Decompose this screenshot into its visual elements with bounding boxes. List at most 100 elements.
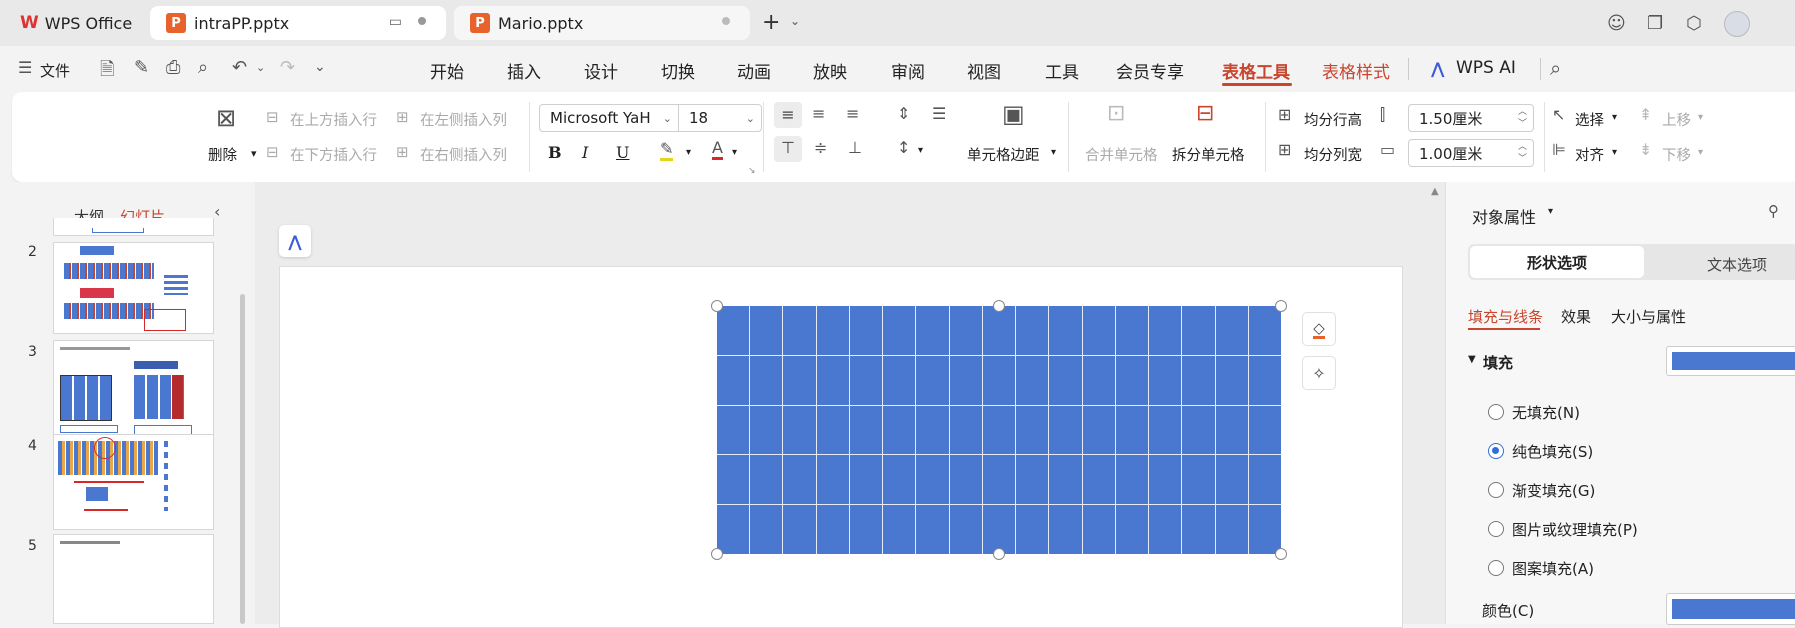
table-cell[interactable] bbox=[1215, 505, 1248, 554]
panel-title[interactable]: 对象属性 bbox=[1472, 204, 1536, 228]
radio-label-solid-fill[interactable]: 纯色填充(S) bbox=[1512, 441, 1593, 462]
panel-title-chevron-icon[interactable]: ▾ bbox=[1548, 206, 1553, 217]
table-cell[interactable] bbox=[783, 505, 816, 554]
table-cell[interactable] bbox=[717, 306, 750, 355]
table-cell[interactable] bbox=[1049, 405, 1082, 455]
fill-style-float-button[interactable]: ◇ bbox=[1302, 312, 1336, 346]
table-cell[interactable] bbox=[816, 355, 849, 405]
table-cell[interactable] bbox=[717, 355, 750, 405]
spinner-icon[interactable]: ︿ ﹀ bbox=[1518, 141, 1527, 165]
slide-thumbnail-2[interactable] bbox=[53, 242, 214, 334]
text-direction-chevron-icon[interactable]: ▾ bbox=[918, 145, 923, 156]
table-cell[interactable] bbox=[949, 306, 982, 355]
resize-handle-top-left[interactable] bbox=[711, 300, 723, 312]
table-cell[interactable] bbox=[1182, 505, 1215, 554]
menu-item-insert[interactable]: 插入 bbox=[507, 58, 541, 83]
delete-button[interactable]: 删除 bbox=[208, 144, 237, 165]
table-cell[interactable] bbox=[1049, 355, 1082, 405]
bold-button[interactable]: B bbox=[548, 143, 562, 162]
move-up-chevron-icon[interactable]: ▾ bbox=[1698, 112, 1703, 123]
col-width-input[interactable]: 1.00厘米 ︿ ﹀ bbox=[1408, 139, 1534, 167]
resize-handle-top[interactable] bbox=[993, 300, 1005, 312]
table-cell[interactable] bbox=[1182, 405, 1215, 455]
table-cell[interactable] bbox=[717, 455, 750, 505]
move-up-button[interactable]: 上移 bbox=[1662, 109, 1691, 130]
resize-handle-top-right[interactable] bbox=[1275, 300, 1287, 312]
table-tools-float-button[interactable]: ✧ bbox=[1302, 356, 1336, 390]
radio-solid-fill[interactable] bbox=[1488, 443, 1504, 459]
slide-thumbnail-1[interactable] bbox=[53, 218, 214, 236]
print-icon[interactable]: ⎙ bbox=[166, 57, 180, 78]
delete-chevron-icon[interactable]: ▾ bbox=[251, 147, 257, 160]
cell-margin-chevron-icon[interactable]: ▾ bbox=[1051, 147, 1056, 158]
table-cell[interactable] bbox=[1016, 306, 1049, 355]
table-cell[interactable] bbox=[816, 455, 849, 505]
table-cell[interactable] bbox=[982, 505, 1016, 554]
radio-label-pattern-fill[interactable]: 图案填充(A) bbox=[1512, 558, 1594, 579]
valign-middle-icon[interactable]: ≑ bbox=[814, 138, 827, 157]
table-grid[interactable] bbox=[717, 306, 1281, 554]
table-cell[interactable] bbox=[783, 355, 816, 405]
table-cell[interactable] bbox=[916, 505, 949, 554]
table-cell[interactable] bbox=[1215, 306, 1248, 355]
table-cell[interactable] bbox=[849, 405, 883, 455]
italic-button[interactable]: I bbox=[582, 143, 588, 162]
table-cell[interactable] bbox=[849, 306, 883, 355]
table-cell[interactable] bbox=[717, 505, 750, 554]
select-chevron-icon[interactable]: ▾ bbox=[1612, 112, 1617, 123]
table-cell[interactable] bbox=[750, 505, 783, 554]
table-cell[interactable] bbox=[783, 405, 816, 455]
highlight-icon[interactable]: ✎ bbox=[660, 140, 674, 161]
table-cell[interactable] bbox=[816, 306, 849, 355]
menu-item-member[interactable]: 会员专享 bbox=[1116, 58, 1184, 83]
slide-thumbnail-3[interactable] bbox=[53, 340, 214, 436]
highlight-chevron-icon[interactable]: ▾ bbox=[686, 147, 691, 158]
table-cell[interactable] bbox=[949, 355, 982, 405]
table-cell[interactable] bbox=[849, 355, 883, 405]
table-cell[interactable] bbox=[1115, 505, 1149, 554]
tab-wps-office[interactable]: W WPS Office bbox=[8, 6, 143, 40]
tab-intrapp[interactable]: P intraPP.pptx ▭ bbox=[150, 6, 446, 40]
table-cell[interactable] bbox=[883, 455, 916, 505]
table-cell[interactable] bbox=[1016, 505, 1049, 554]
cell-margin-button[interactable]: 单元格边距 bbox=[967, 144, 1040, 165]
radio-no-fill[interactable] bbox=[1488, 404, 1504, 420]
table-cell[interactable] bbox=[816, 505, 849, 554]
radio-gradient-fill[interactable] bbox=[1488, 482, 1504, 498]
table-cell[interactable] bbox=[982, 455, 1016, 505]
table-cell[interactable] bbox=[982, 405, 1016, 455]
insert-below-button[interactable]: 在下方插入行 bbox=[290, 144, 377, 165]
color-picker[interactable] bbox=[1666, 593, 1795, 625]
paragraph-spacing-icon[interactable]: ☰ bbox=[932, 104, 946, 123]
table-cell[interactable] bbox=[783, 306, 816, 355]
table-cell[interactable] bbox=[1115, 306, 1149, 355]
radio-label-gradient-fill[interactable]: 渐变填充(G) bbox=[1512, 480, 1595, 501]
table-cell[interactable] bbox=[1082, 505, 1115, 554]
table-cell[interactable] bbox=[982, 306, 1016, 355]
menu-item-review[interactable]: 审阅 bbox=[891, 58, 925, 83]
table-cell[interactable] bbox=[1115, 355, 1149, 405]
table-cell[interactable] bbox=[1049, 455, 1082, 505]
table-cell[interactable] bbox=[1082, 405, 1115, 455]
pin-icon[interactable]: ⚲ bbox=[1768, 202, 1779, 220]
table-cell[interactable] bbox=[1215, 405, 1248, 455]
table-cell[interactable] bbox=[1082, 306, 1115, 355]
redo-icon[interactable]: ↷ bbox=[280, 57, 295, 78]
table-cell[interactable] bbox=[916, 405, 949, 455]
table-cell[interactable] bbox=[883, 405, 916, 455]
table-cell[interactable] bbox=[949, 405, 982, 455]
menu-file[interactable]: 文件 bbox=[40, 60, 70, 81]
scroll-up-arrow-icon[interactable]: ▲ bbox=[1431, 186, 1439, 197]
underline-button[interactable]: U bbox=[616, 143, 629, 162]
text-direction-icon[interactable]: ↕ bbox=[897, 138, 910, 157]
align-chevron-icon[interactable]: ▾ bbox=[1612, 147, 1617, 158]
screen-icon[interactable]: ▭ bbox=[389, 14, 402, 30]
table-cell[interactable] bbox=[1248, 505, 1281, 554]
align-button[interactable]: 对齐 bbox=[1575, 144, 1604, 165]
table-cell[interactable] bbox=[750, 405, 783, 455]
table-cell[interactable] bbox=[783, 455, 816, 505]
menu-item-tools[interactable]: 工具 bbox=[1045, 58, 1079, 83]
resize-handle-bottom[interactable] bbox=[993, 548, 1005, 560]
slide-thumbnail-5[interactable] bbox=[53, 534, 214, 624]
subtab-effect[interactable]: 效果 bbox=[1561, 306, 1591, 327]
